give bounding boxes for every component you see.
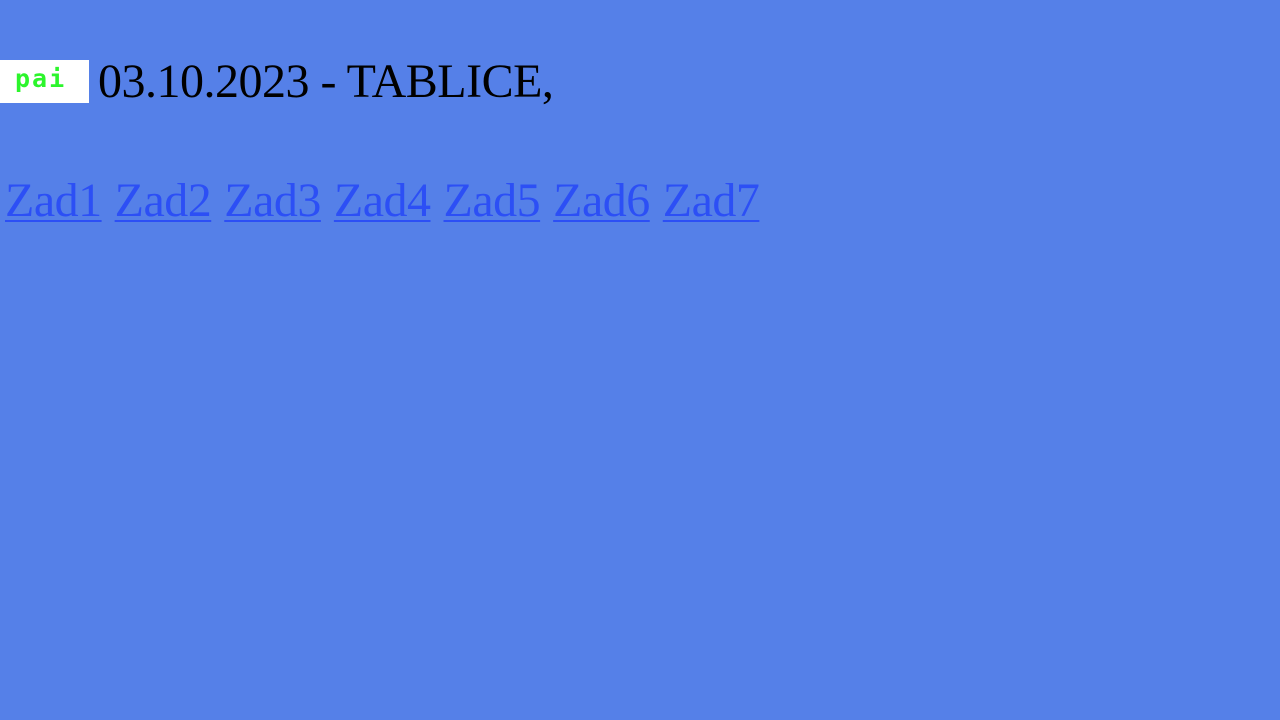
task-link-zad6[interactable]: Zad6 (553, 174, 650, 228)
task-links-nav: Zad1 Zad2 Zad3 Zad4 Zad5 Zad6 Zad7 (5, 173, 760, 229)
page-title: 03.10.2023 - TABLICE, (98, 55, 554, 108)
page-header: pai 03.10.2023 - TABLICE, (0, 55, 554, 108)
task-link-zad5[interactable]: Zad5 (444, 174, 541, 228)
logo-text: pai (15, 64, 67, 93)
task-link-zad4[interactable]: Zad4 (334, 174, 431, 228)
task-link-zad2[interactable]: Zad2 (115, 174, 212, 228)
task-link-zad3[interactable]: Zad3 (224, 174, 321, 228)
logo-image: pai (0, 60, 89, 103)
task-link-zad7[interactable]: Zad7 (663, 174, 760, 228)
task-link-zad1[interactable]: Zad1 (5, 174, 102, 228)
